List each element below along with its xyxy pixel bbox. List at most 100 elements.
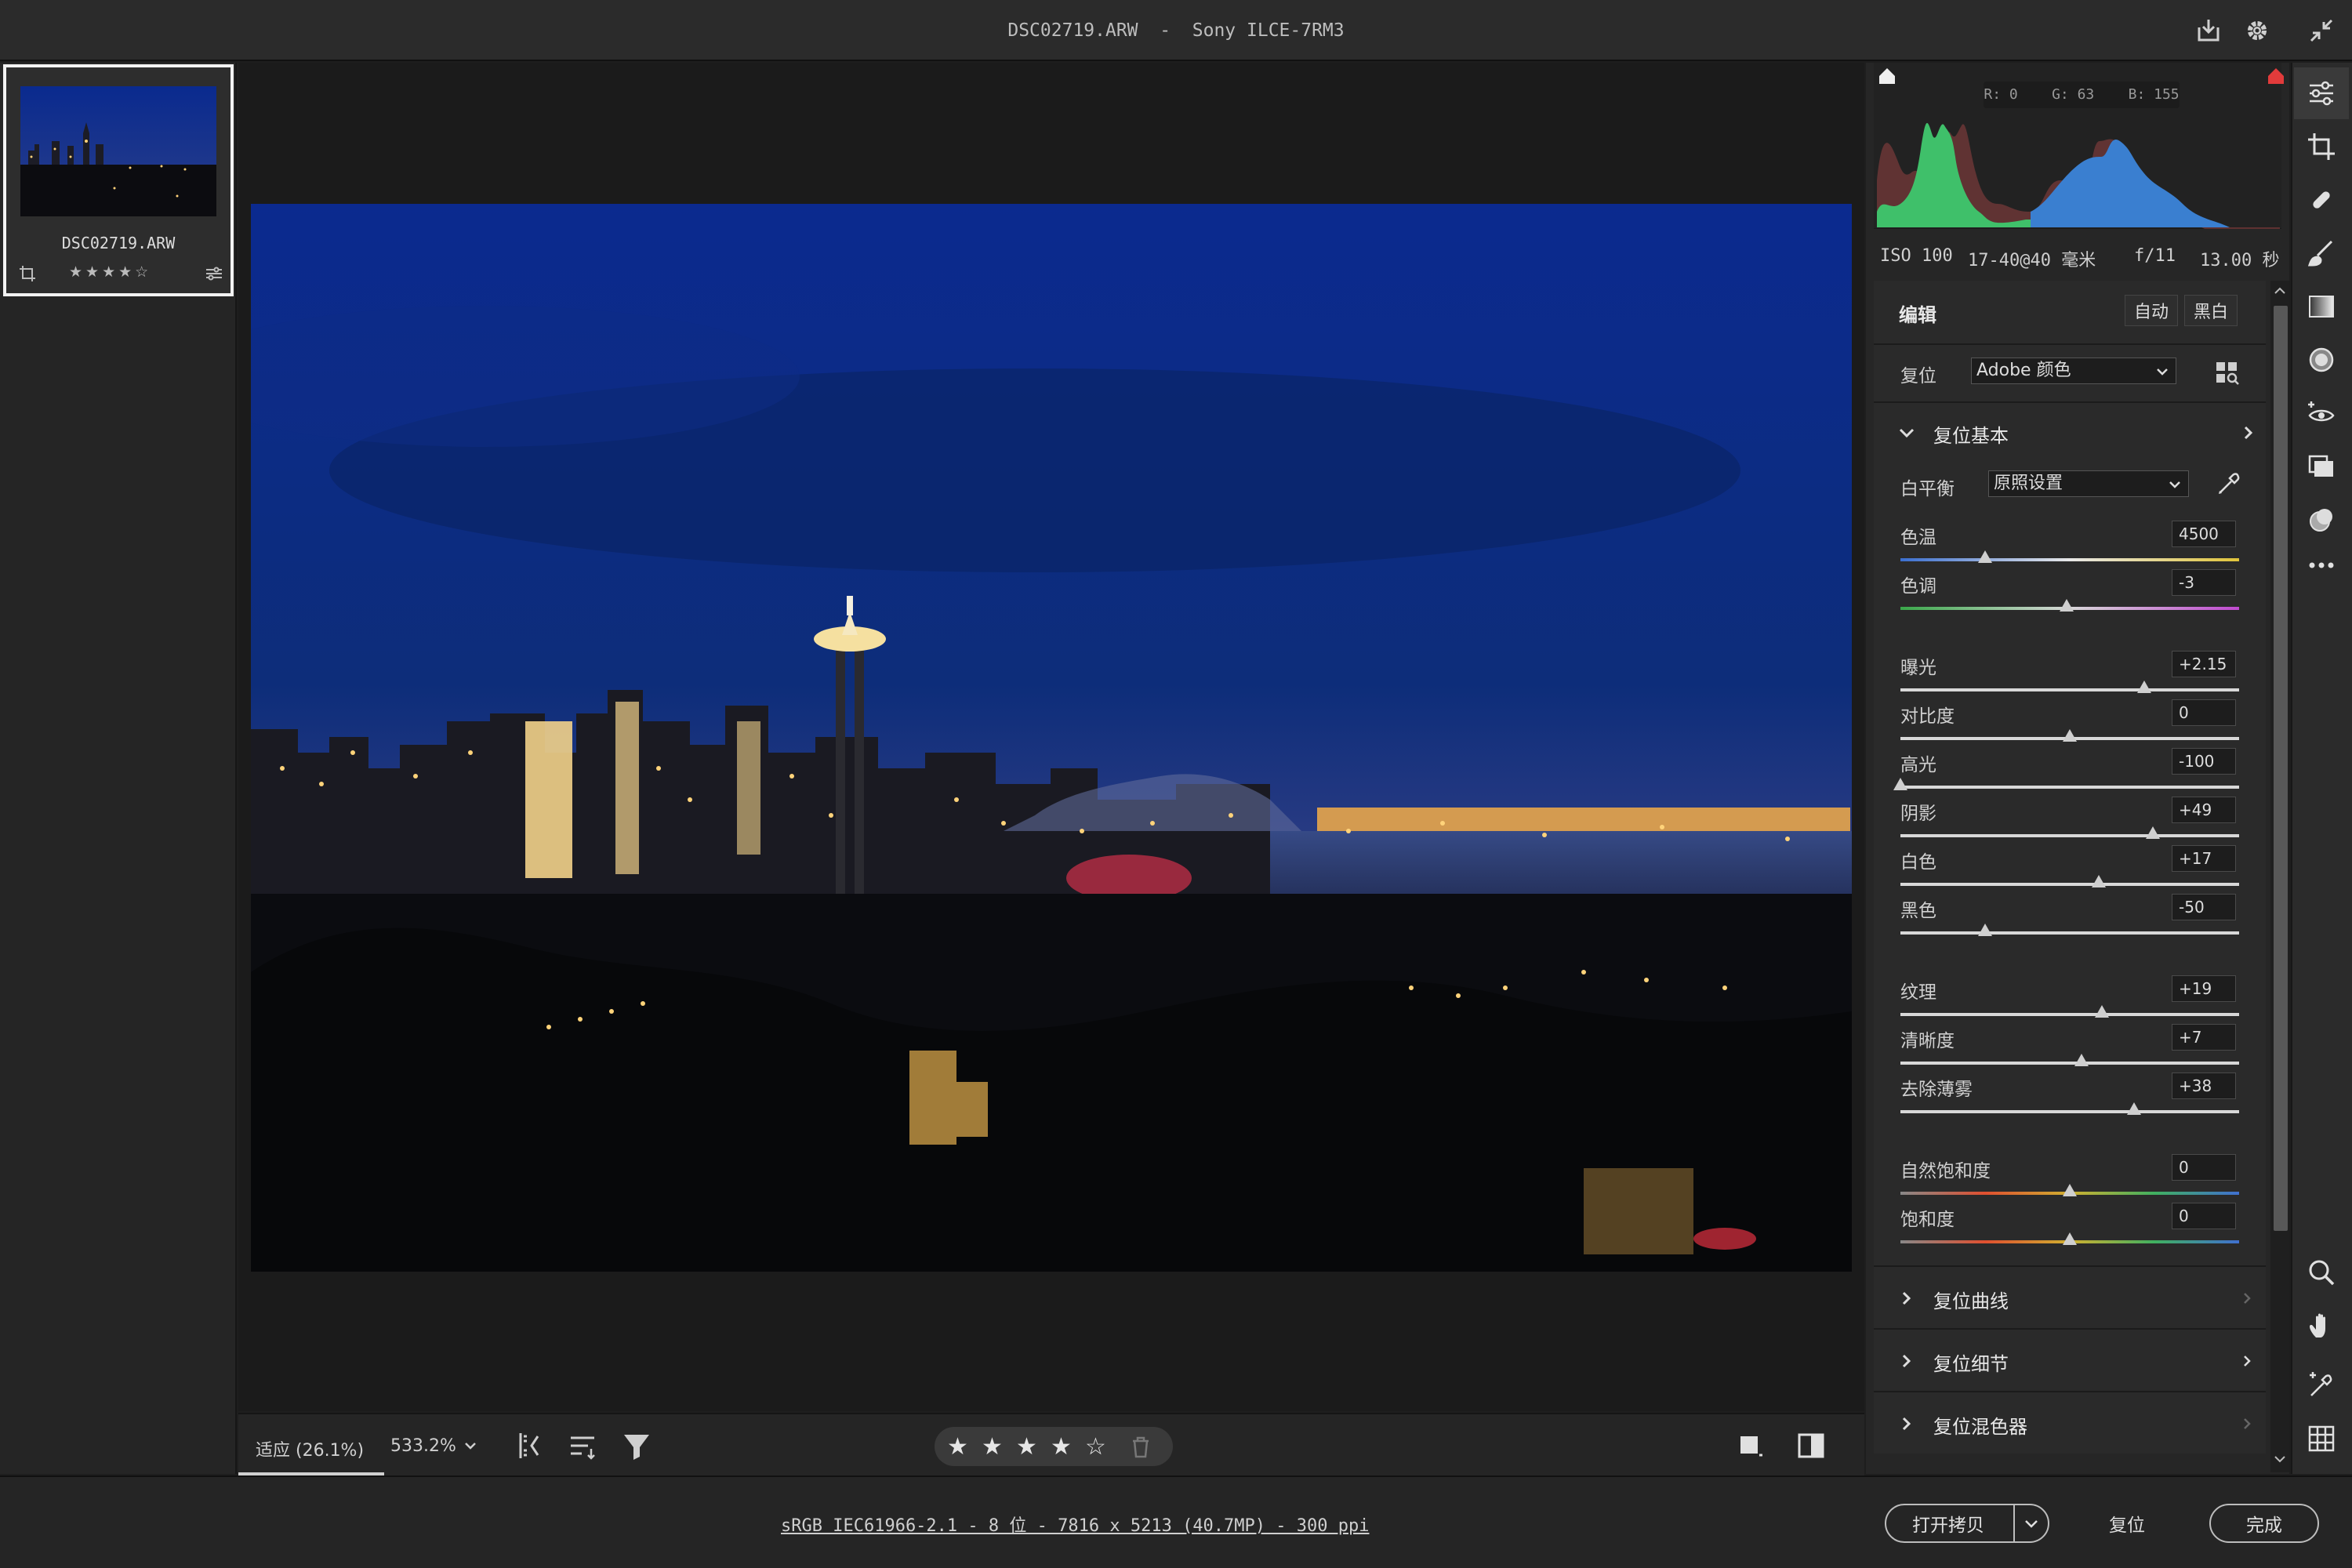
rating-star[interactable]: ★ — [982, 1433, 1003, 1461]
slider-value-input[interactable]: 0 — [2172, 1154, 2236, 1181]
curve-section[interactable]: 复位曲线 — [1874, 1267, 2266, 1328]
filmstrip-item[interactable]: DSC02719.ARW ★★★★☆ — [3, 64, 234, 296]
chevron-right-icon[interactable] — [2241, 423, 2256, 445]
slider-value-input[interactable]: +49 — [2172, 797, 2236, 823]
slider-value-input[interactable]: +17 — [2172, 845, 2236, 872]
rating-star[interactable]: ★ — [1016, 1433, 1037, 1461]
slider-track[interactable] — [1900, 558, 2239, 561]
more-icon[interactable] — [2300, 544, 2343, 586]
slider-thumb[interactable] — [2137, 681, 2152, 693]
slider-track[interactable] — [1900, 883, 2239, 886]
filmstrip-toggle-icon[interactable] — [516, 1430, 547, 1465]
slider-thumb[interactable] — [2074, 1054, 2089, 1066]
slider-value-input[interactable]: -3 — [2172, 569, 2236, 596]
mixer-section[interactable]: 复位混色器 — [1874, 1392, 2266, 1454]
save-icon[interactable] — [2189, 11, 2228, 50]
detail-section[interactable]: 复位细节 — [1874, 1330, 2266, 1391]
snapshots-icon[interactable] — [2300, 499, 2343, 541]
slider-thumb[interactable] — [2059, 599, 2074, 612]
basic-section-title[interactable]: 复位基本 — [1933, 420, 2009, 448]
bw-button[interactable]: 黑白 — [2184, 295, 2238, 326]
slider-thumb[interactable] — [2063, 1184, 2077, 1196]
slider-thumb[interactable] — [2095, 1005, 2110, 1018]
wb-dropdown[interactable]: 原照设置 — [1988, 470, 2189, 497]
slider-value-input[interactable]: +19 — [2172, 975, 2236, 1002]
slider-track[interactable] — [1900, 931, 2239, 935]
reset-button[interactable]: 复位 — [2109, 1510, 2145, 1537]
zoom-level[interactable]: 533.2% — [390, 1436, 456, 1456]
slider-value-input[interactable]: +7 — [2172, 1024, 2236, 1051]
chevron-right-icon — [1902, 1354, 1911, 1368]
gear-icon[interactable] — [2238, 11, 2277, 50]
presets-icon[interactable] — [2300, 445, 2343, 488]
before-after-icon[interactable] — [1797, 1432, 1825, 1463]
filter-icon[interactable] — [621, 1430, 652, 1465]
healing-icon[interactable] — [2300, 179, 2343, 221]
slider-track[interactable] — [1900, 688, 2239, 691]
crop-icon[interactable] — [2300, 125, 2343, 168]
slider-value-input[interactable]: 0 — [2172, 1203, 2236, 1229]
done-button[interactable]: 完成 — [2209, 1504, 2319, 1543]
slider-track[interactable] — [1900, 834, 2239, 837]
file-info-link[interactable]: sRGB IEC61966-2.1 - 8 位 - 7816 x 5213 (4… — [781, 1512, 1369, 1537]
slider-thumb[interactable] — [2063, 729, 2077, 742]
rating-control[interactable]: ★ ★ ★ ★ ☆ — [935, 1427, 1173, 1466]
highlight-clipping-icon[interactable] — [2266, 66, 2286, 89]
slider-value-input[interactable]: 4500 — [2172, 521, 2236, 547]
chevron-down-icon[interactable] — [2023, 1515, 2040, 1537]
edit-sliders-icon[interactable] — [2300, 72, 2343, 114]
zoom-icon[interactable] — [2300, 1251, 2343, 1294]
profile-browser-icon[interactable] — [2214, 359, 2241, 389]
slider-thumb[interactable] — [2091, 875, 2106, 887]
slider-thumb[interactable] — [2063, 1232, 2077, 1245]
slider-thumb[interactable] — [1978, 924, 1992, 936]
scroll-up-icon[interactable] — [2272, 284, 2288, 296]
shadow-clipping-icon[interactable] — [1877, 66, 1897, 89]
sort-icon[interactable] — [568, 1430, 599, 1465]
rating-star[interactable]: ★ — [1051, 1433, 1072, 1461]
slider-value-input[interactable]: +38 — [2172, 1073, 2236, 1099]
main-photo[interactable] — [251, 204, 1852, 1272]
sampler-icon[interactable] — [2300, 1364, 2343, 1406]
slider-label: 纹理 — [1900, 982, 1936, 1003]
scroll-down-icon[interactable] — [2272, 1454, 2288, 1466]
radial-filter-icon[interactable] — [2300, 339, 2343, 381]
slider-value-input[interactable]: -50 — [2172, 894, 2236, 920]
auto-button[interactable]: 自动 — [2125, 295, 2178, 326]
slider-thumb[interactable] — [1893, 778, 1907, 790]
gradient-icon[interactable] — [2300, 285, 2343, 328]
slider-track[interactable] — [1900, 786, 2239, 789]
slider-thumb[interactable] — [2127, 1102, 2142, 1115]
slider-thumb[interactable] — [1978, 550, 1992, 563]
edit-title: 编辑 — [1899, 304, 1936, 326]
scroll-thumb[interactable] — [2274, 306, 2288, 1231]
trash-icon[interactable] — [1131, 1436, 1151, 1461]
chevron-down-icon[interactable] — [463, 1438, 478, 1457]
single-view-icon[interactable] — [1736, 1432, 1764, 1463]
grid-icon[interactable] — [2300, 1417, 2343, 1460]
adjustments-icon — [205, 265, 223, 285]
open-copy-button[interactable]: 打开拷贝 — [1885, 1504, 2049, 1543]
reset-label[interactable]: 复位 — [1900, 361, 1936, 387]
thumbnail-image[interactable] — [20, 86, 216, 216]
slider-track[interactable] — [1900, 1062, 2239, 1065]
chevron-down-icon[interactable] — [1897, 423, 1916, 445]
profile-dropdown[interactable]: Adobe 颜色 — [1971, 358, 2176, 384]
slider-value-input[interactable]: 0 — [2172, 699, 2236, 726]
slider-track[interactable] — [1900, 1110, 2239, 1113]
rating-star[interactable]: ☆ — [1085, 1433, 1106, 1461]
slider-thumb[interactable] — [2145, 826, 2160, 839]
hand-icon[interactable] — [2300, 1305, 2343, 1347]
window-title: DSC02719.ARW - Sony ILCE-7RM3 — [1007, 20, 1345, 41]
brush-icon[interactable] — [2300, 232, 2343, 274]
thumbnail-rating[interactable]: ★★★★☆ — [69, 263, 179, 281]
slider-value-input[interactable]: +2.15 — [2172, 651, 2236, 677]
slider-value-input[interactable]: -100 — [2172, 748, 2236, 775]
rating-star[interactable]: ★ — [947, 1433, 968, 1461]
collapse-icon[interactable] — [2302, 11, 2341, 50]
zoom-fit-button[interactable]: 适应 (26.1%) — [256, 1436, 364, 1461]
slider-track[interactable] — [1900, 1013, 2239, 1016]
eyedropper-icon[interactable] — [2216, 470, 2242, 500]
redeye-icon[interactable] — [2300, 392, 2343, 434]
slider-label: 阴影 — [1900, 804, 1936, 824]
